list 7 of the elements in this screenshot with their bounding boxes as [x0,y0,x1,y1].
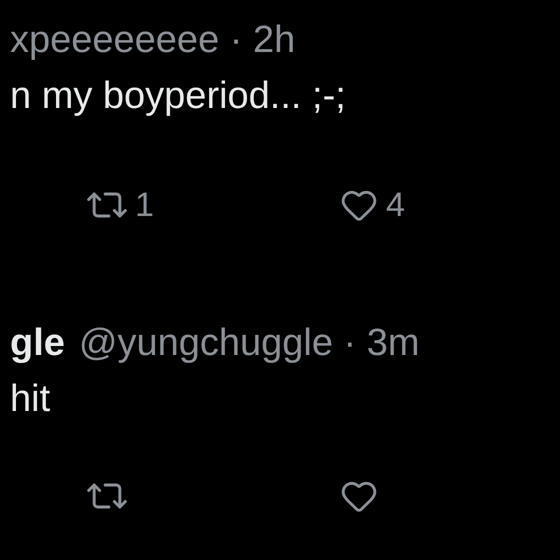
retweet-count: 1 [135,184,154,226]
tweet-text: n my boyperiod... ;-; [10,74,347,119]
display-name[interactable]: gle [10,314,65,372]
tweet-text: hit [10,377,52,422]
handle-and-time: @yungchuggle · 3m [78,320,420,366]
handle-and-time: xpeeeeeeee · 2h [10,18,296,62]
like-count: 4 [386,184,405,226]
